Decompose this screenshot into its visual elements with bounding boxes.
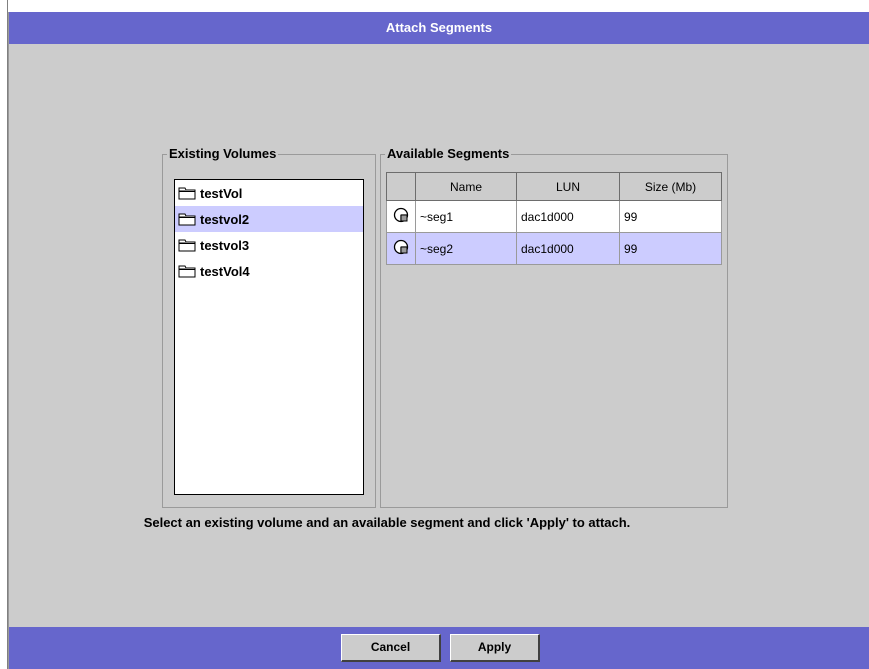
volume-label: testVol xyxy=(200,185,243,201)
volume-item-testvol4[interactable]: testVol4 xyxy=(175,258,363,284)
volume-label: testVol4 xyxy=(200,263,250,279)
attach-segments-dialog: Attach Segments Existing Volumes testVol… xyxy=(8,12,869,669)
folder-icon xyxy=(178,265,196,277)
segment-lun-cell: dac1d000 xyxy=(516,200,620,233)
lun-column-header[interactable]: LUN xyxy=(516,172,620,201)
volume-list[interactable]: testVol testvol2 testvol3 testVol4 xyxy=(174,179,364,495)
volume-item-testvol2[interactable]: testvol2 xyxy=(175,206,363,232)
icon-column-header[interactable] xyxy=(386,172,416,201)
segment-icon-cell xyxy=(386,200,416,233)
name-column-header[interactable]: Name xyxy=(415,172,517,201)
cancel-button[interactable]: Cancel xyxy=(341,634,441,662)
segments-table: Name LUN Size (Mb) ~seg1 dac1d000 99 ~se… xyxy=(386,172,722,265)
existing-volumes-group: Existing Volumes testVol testvol2 testvo… xyxy=(162,146,376,508)
instruction-text: Select an existing volume and an availab… xyxy=(143,515,631,530)
segment-name-cell: ~seg1 xyxy=(415,200,517,233)
volume-item-testvol[interactable]: testVol xyxy=(175,180,363,206)
size-column-header[interactable]: Size (Mb) xyxy=(619,172,722,201)
folder-icon xyxy=(178,239,196,251)
volume-label: testvol3 xyxy=(200,237,250,253)
table-row[interactable]: ~seg2 dac1d000 99 xyxy=(386,232,722,265)
application-frame: Attach Segments Existing Volumes testVol… xyxy=(0,0,869,669)
segment-icon xyxy=(393,239,409,255)
button-bar: Cancel Apply xyxy=(9,627,869,669)
folder-icon xyxy=(178,213,196,225)
segment-size-cell: 99 xyxy=(619,232,722,265)
available-segments-title: Available Segments xyxy=(385,146,512,162)
dialog-title-bar: Attach Segments xyxy=(9,12,869,44)
segment-name-cell: ~seg2 xyxy=(415,232,517,265)
dialog-title: Attach Segments xyxy=(385,20,493,35)
segment-icon-cell xyxy=(386,232,416,265)
segment-lun-cell: dac1d000 xyxy=(516,232,620,265)
segment-icon xyxy=(393,207,409,223)
table-header-row: Name LUN Size (Mb) xyxy=(386,172,722,201)
window-left-edge xyxy=(0,0,8,669)
table-row[interactable]: ~seg1 dac1d000 99 xyxy=(386,200,722,233)
available-segments-group: Available Segments Name LUN Size (Mb) ~s… xyxy=(380,146,728,508)
existing-volumes-title: Existing Volumes xyxy=(167,146,279,162)
volume-label: testvol2 xyxy=(200,211,250,227)
volume-item-testvol3[interactable]: testvol3 xyxy=(175,232,363,258)
segment-size-cell: 99 xyxy=(619,200,722,233)
apply-button[interactable]: Apply xyxy=(450,634,540,662)
folder-icon xyxy=(178,187,196,199)
